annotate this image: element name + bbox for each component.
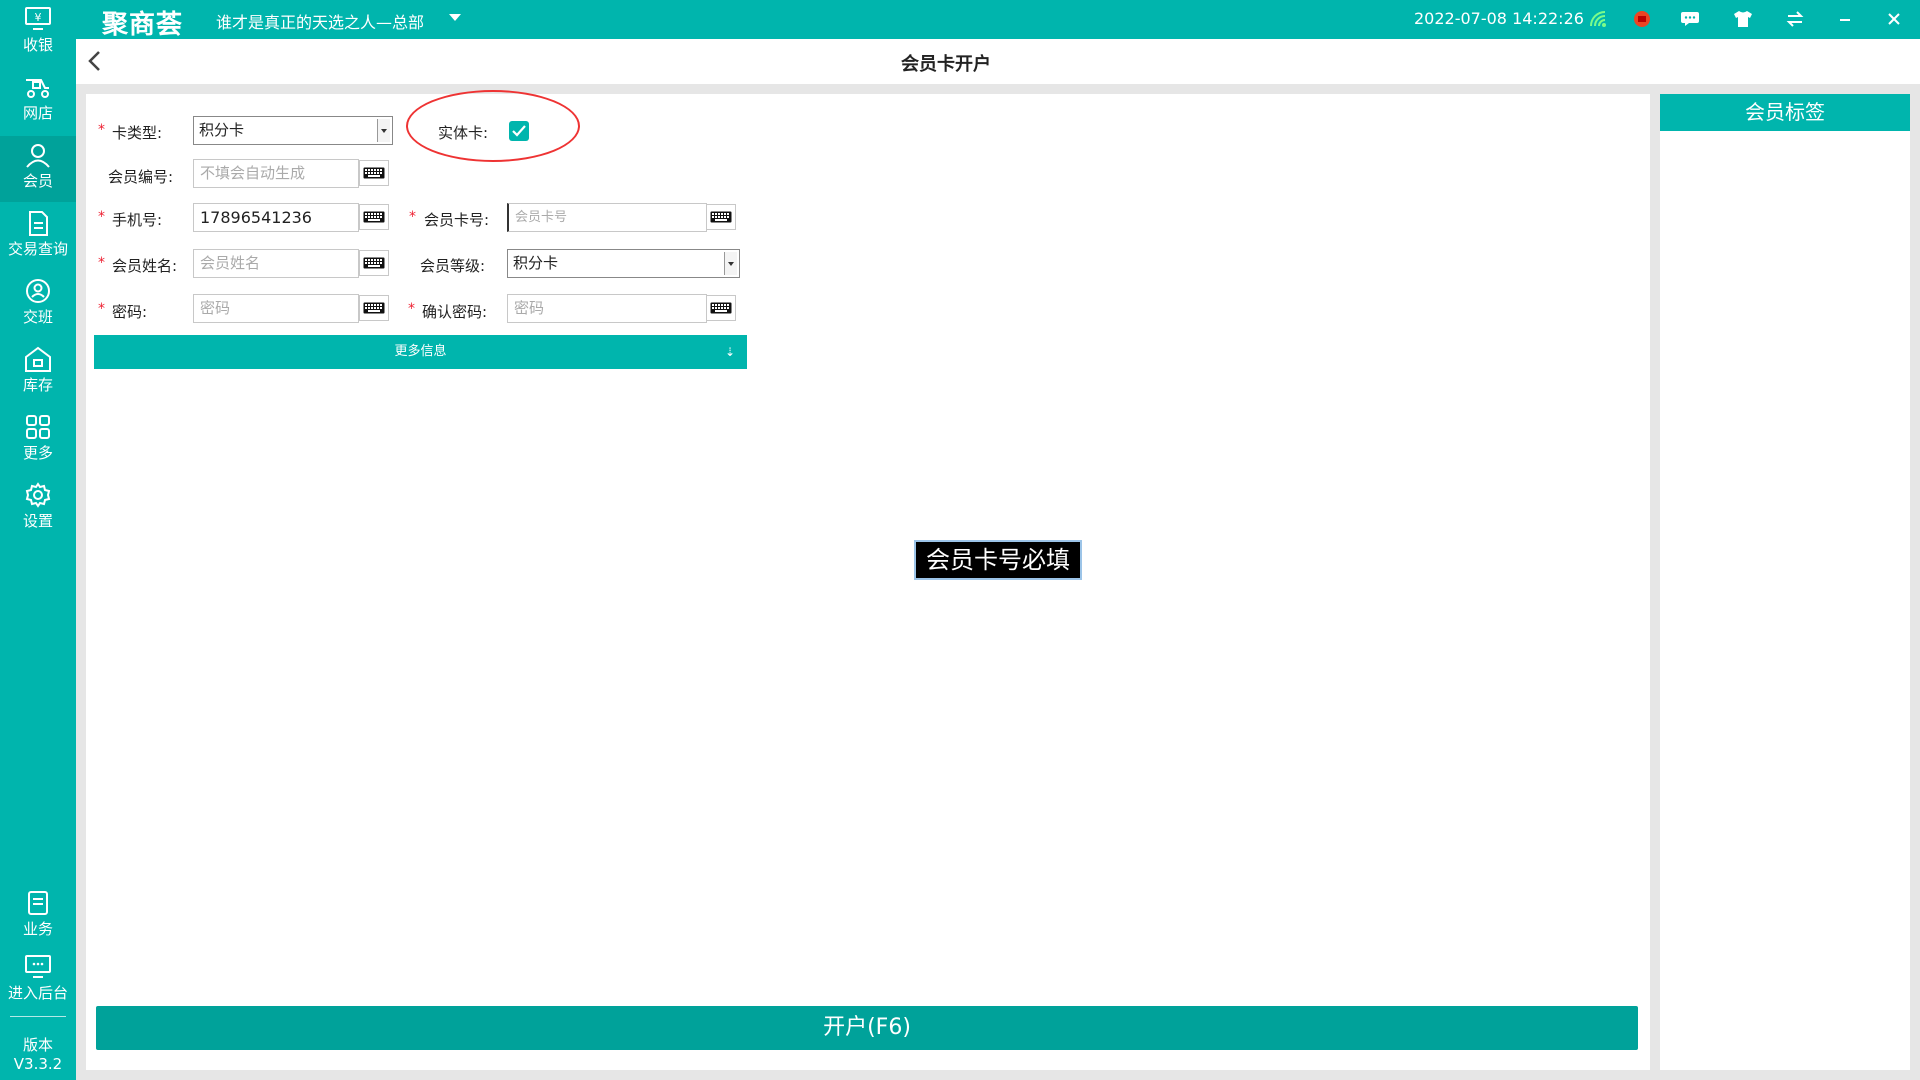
record-icon[interactable] xyxy=(1630,8,1654,30)
switch-arrows-icon[interactable] xyxy=(1783,8,1807,30)
required-mark: * xyxy=(98,301,105,317)
level-select[interactable]: 积分卡 xyxy=(507,249,740,278)
brand-logo: 聚商荟 xyxy=(102,10,184,40)
level-label: 会员等级: xyxy=(420,257,486,275)
card-type-label: 卡类型: xyxy=(112,124,163,142)
shift-icon xyxy=(26,279,50,303)
phone-input[interactable]: 17896541236 xyxy=(193,203,359,232)
more-info-toggle[interactable]: 更多信息 ⇣ xyxy=(94,335,747,369)
card-no-input[interactable]: 会员卡号 xyxy=(507,203,707,232)
svg-text:¥: ¥ xyxy=(35,11,42,24)
sidebar: ¥ 收银 网店 会员 交易查询 交班 库存 更多 设置 业务 进入后台 版本 V… xyxy=(0,0,76,1080)
sidebar-item-shift[interactable]: 交班 xyxy=(0,272,76,338)
sidebar-item-online-store[interactable]: 网店 xyxy=(0,68,76,134)
name-label: 会员姓名: xyxy=(112,257,178,275)
store-name[interactable]: 谁才是真正的天选之人—总部 xyxy=(216,9,424,33)
sidebar-item-more[interactable]: 更多 xyxy=(0,408,76,474)
open-account-button[interactable]: 开户(F6) xyxy=(96,1006,1638,1050)
phone-label: 手机号: xyxy=(112,211,163,229)
required-mark: * xyxy=(98,122,105,138)
member-no-input[interactable]: 不填会自动生成 xyxy=(193,159,359,188)
cashier-icon: ¥ xyxy=(25,7,51,30)
more-grid-icon xyxy=(26,415,50,439)
online-store-icon xyxy=(26,79,49,98)
version-label: 版本 xyxy=(22,1036,53,1054)
confirm-password-label: 确认密码: xyxy=(422,303,488,321)
datetime: 2022-07-08 14:22:26 xyxy=(1414,9,1584,28)
card-type-select[interactable]: 积分卡 xyxy=(193,116,393,145)
message-icon[interactable] xyxy=(1678,8,1702,30)
keyboard-icon[interactable] xyxy=(359,295,389,321)
sidebar-item-inventory[interactable]: 库存 xyxy=(0,340,76,406)
highlight-ellipse xyxy=(406,90,580,162)
sidebar-item-business[interactable]: 业务 xyxy=(0,884,76,950)
password-label: 密码: xyxy=(112,303,148,321)
validation-toast: 会员卡号必填 xyxy=(914,540,1082,580)
transaction-icon xyxy=(29,211,48,236)
keyboard-icon[interactable] xyxy=(359,160,389,186)
member-form-panel: * 卡类型: 积分卡 实体卡: 会员编号: 不填会自动生成 * 手机号: 178… xyxy=(86,90,1650,1070)
sidebar-item-settings[interactable]: 设置 xyxy=(0,476,76,542)
page-title: 会员卡开户 xyxy=(901,54,991,75)
member-tags-panel: 会员标签 xyxy=(1660,94,1910,1070)
required-mark: * xyxy=(409,209,416,225)
password-input[interactable]: 密码 xyxy=(193,294,359,323)
minimize-icon[interactable] xyxy=(1833,8,1857,30)
close-icon[interactable] xyxy=(1882,8,1906,30)
member-icon xyxy=(26,144,50,168)
sidebar-item-transactions[interactable]: 交易查询 xyxy=(0,204,76,270)
card-no-label: 会员卡号: xyxy=(424,211,490,229)
sidebar-item-cashier[interactable]: ¥ 收银 xyxy=(0,0,76,66)
inventory-icon xyxy=(25,346,51,372)
required-mark: * xyxy=(98,255,105,271)
page-header: 会员卡开户 xyxy=(76,39,1920,84)
chevron-down-icon xyxy=(377,119,390,142)
confirm-password-input[interactable]: 密码 xyxy=(507,294,707,323)
double-chevron-down-icon: ⇣ xyxy=(724,345,735,359)
keyboard-icon[interactable] xyxy=(706,204,736,230)
store-dropdown-icon[interactable] xyxy=(449,14,461,21)
wifi-icon[interactable] xyxy=(1587,8,1611,30)
name-input[interactable]: 会员姓名 xyxy=(193,249,359,278)
gear-icon xyxy=(25,482,51,508)
theme-shirt-icon[interactable] xyxy=(1731,8,1755,30)
member-tags-title: 会员标签 xyxy=(1660,94,1910,131)
sidebar-item-backend[interactable]: 进入后台 xyxy=(0,948,76,1014)
sidebar-divider xyxy=(10,1016,66,1017)
version-value: V3.3.2 xyxy=(13,1055,63,1073)
required-mark: * xyxy=(408,301,415,317)
backend-icon xyxy=(25,955,51,978)
member-no-label: 会员编号: xyxy=(108,168,174,186)
sidebar-item-member[interactable]: 会员 xyxy=(0,136,76,202)
keyboard-icon[interactable] xyxy=(359,250,389,276)
chevron-down-icon xyxy=(724,252,737,275)
top-bar: 聚商荟 谁才是真正的天选之人—总部 2022-07-08 14:22:26 xyxy=(0,0,1920,40)
keyboard-icon[interactable] xyxy=(706,295,736,321)
business-icon xyxy=(28,891,48,915)
required-mark: * xyxy=(98,209,105,225)
keyboard-icon[interactable] xyxy=(359,204,389,230)
